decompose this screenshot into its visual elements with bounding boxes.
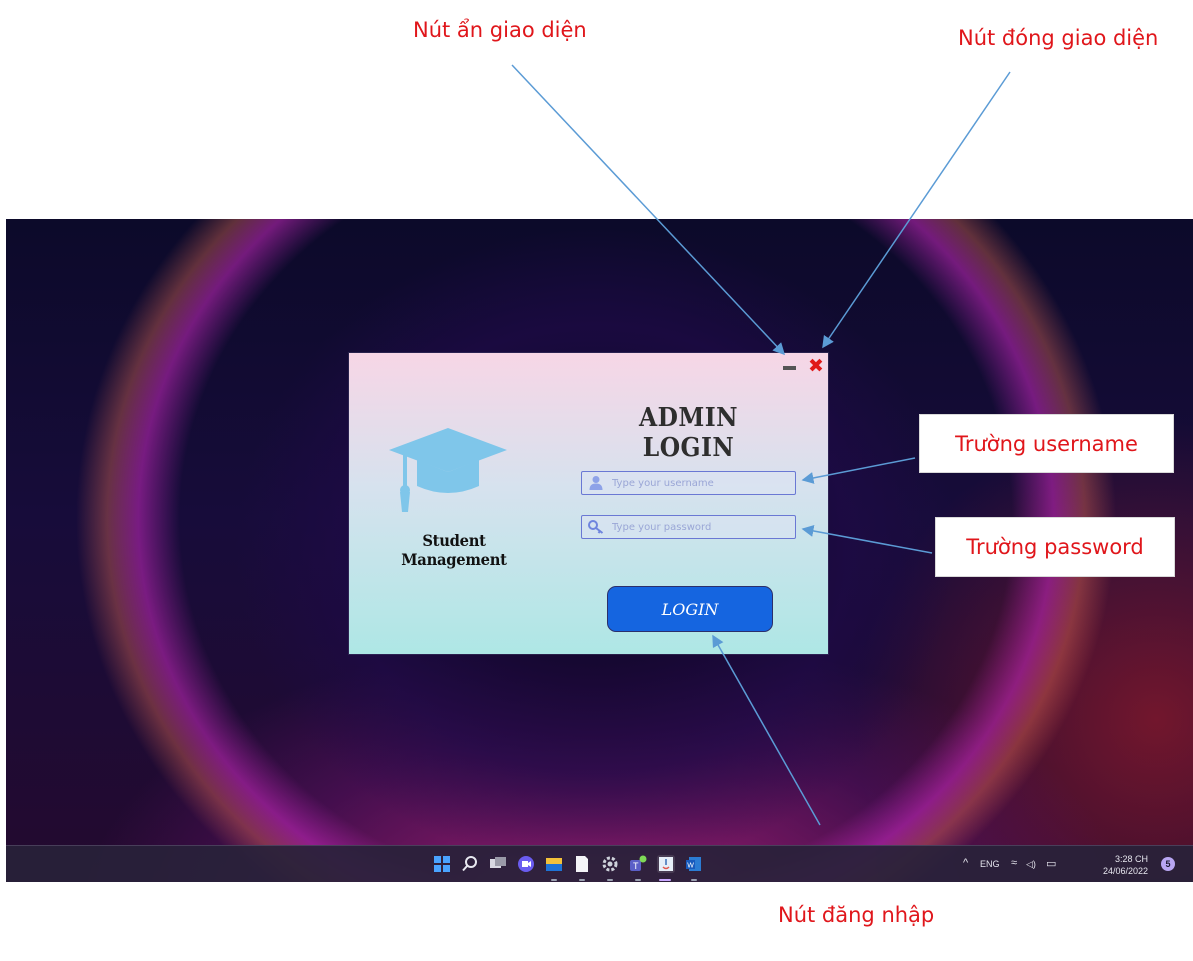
running-indicator bbox=[635, 879, 641, 881]
login-window: ✖ Student Management ADMIN LOGIN Type yo… bbox=[349, 353, 828, 654]
java-app-icon[interactable] bbox=[657, 855, 675, 873]
close-button[interactable]: ✖ bbox=[806, 357, 826, 377]
wifi-icon[interactable]: ≈ bbox=[1011, 857, 1017, 869]
teams-icon[interactable]: T bbox=[629, 855, 647, 873]
running-indicator bbox=[607, 879, 613, 881]
minimize-button[interactable] bbox=[783, 361, 797, 375]
password-annotation-box: Trường password bbox=[935, 517, 1175, 577]
login-button[interactable]: LOGIN bbox=[607, 586, 773, 632]
key-icon bbox=[588, 520, 604, 534]
username-annotation-box: Trường username bbox=[919, 414, 1174, 473]
task-view-icon[interactable] bbox=[489, 855, 507, 873]
user-icon bbox=[589, 476, 603, 490]
volume-icon[interactable]: ◁) bbox=[1026, 859, 1036, 870]
minimize-annotation: Nút ẩn giao diện bbox=[413, 18, 587, 42]
minimize-icon bbox=[783, 366, 796, 370]
chat-icon[interactable] bbox=[517, 855, 535, 873]
running-indicator bbox=[659, 879, 671, 881]
username-field[interactable] bbox=[581, 471, 796, 495]
clock-date: 24/06/2022 bbox=[1103, 866, 1149, 876]
login-heading: ADMIN LOGIN bbox=[639, 403, 738, 463]
username-annotation: Trường username bbox=[955, 431, 1138, 456]
close-annotation: Nút đóng giao diện bbox=[958, 26, 1159, 50]
username-input[interactable] bbox=[612, 474, 790, 492]
running-indicator bbox=[551, 879, 557, 881]
login-annotation: Nút đăng nhập bbox=[778, 903, 935, 927]
file-explorer-icon[interactable] bbox=[545, 855, 563, 873]
clock[interactable]: 3:28 CH 24/06/2022 bbox=[1103, 853, 1148, 877]
svg-text:W: W bbox=[687, 863, 694, 870]
close-icon: ✖ bbox=[808, 356, 824, 377]
taskbar: T W ^ ENG ≈ ◁) ▭ 3:28 CH 24/06/2022 5 bbox=[6, 845, 1193, 882]
password-annotation: Trường password bbox=[966, 535, 1144, 559]
search-icon[interactable] bbox=[461, 855, 479, 873]
language-indicator[interactable]: ENG bbox=[980, 859, 1000, 869]
running-indicator bbox=[579, 879, 585, 881]
settings-icon[interactable] bbox=[601, 855, 619, 873]
word-icon[interactable]: W bbox=[685, 855, 703, 873]
windows-start-icon[interactable] bbox=[433, 855, 451, 873]
clock-time: 3:28 CH bbox=[1115, 854, 1149, 864]
svg-text:T: T bbox=[633, 861, 639, 871]
password-field[interactable] bbox=[581, 515, 796, 539]
tray-chevron-icon[interactable]: ^ bbox=[963, 857, 968, 869]
password-input[interactable] bbox=[612, 518, 790, 536]
notepad-icon[interactable] bbox=[573, 855, 591, 873]
app-name: Student Management bbox=[401, 531, 507, 569]
graduation-cap-icon bbox=[389, 428, 507, 512]
notification-badge[interactable]: 5 bbox=[1161, 857, 1175, 871]
battery-icon[interactable]: ▭ bbox=[1046, 857, 1056, 870]
running-indicator bbox=[691, 879, 697, 881]
